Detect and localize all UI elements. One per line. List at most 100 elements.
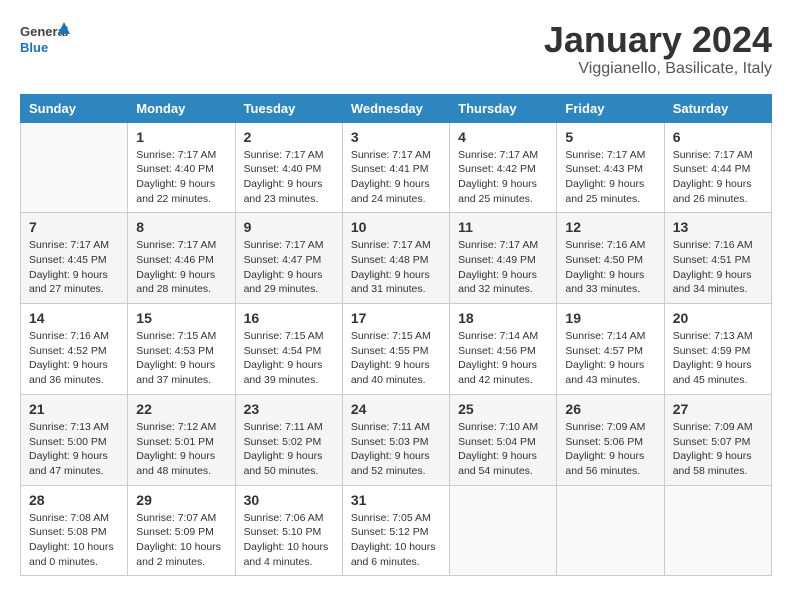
calendar-cell: 21Sunrise: 7:13 AMSunset: 5:00 PMDayligh… [21, 394, 128, 485]
calendar-cell: 24 Sunrise: 7:11 AMSunset: 5:03 PMDayligh… [342, 394, 449, 485]
day-detail: Sunrise: 7:09 AMSunset: 5:07 PMDaylight:… [673, 420, 763, 479]
calendar-cell: 22 Sunrise: 7:12 AMSunset: 5:01 PMDayligh… [128, 394, 235, 485]
calendar-cell: 11 Sunrise: 7:17 AMSunset: 4:49 PMDayligh… [450, 213, 557, 304]
svg-text:Blue: Blue [20, 40, 48, 55]
calendar-cell: 5 Sunrise: 7:17 AMSunset: 4:43 PMDaylight… [557, 122, 664, 213]
day-detail: Sunrise: 7:17 AMSunset: 4:48 PMDaylight:… [351, 238, 441, 297]
calendar-cell: 23Sunrise: 7:11 AMSunset: 5:02 PMDayligh… [235, 394, 342, 485]
calendar-cell: 19Sunrise: 7:14 AMSunset: 4:57 PMDayligh… [557, 304, 664, 395]
logo-icon: General Blue [20, 20, 70, 64]
calendar-cell: 6 Sunrise: 7:17 AMSunset: 4:44 PMDaylight… [664, 122, 771, 213]
title-area: January 2024 Viggianello, Basilicate, It… [544, 20, 772, 78]
day-number: 4 [458, 129, 548, 145]
day-number: 17 [351, 310, 441, 326]
calendar-cell: 13 Sunrise: 7:16 AMSunset: 4:51 PMDayligh… [664, 213, 771, 304]
day-detail: Sunrise: 7:17 AMSunset: 4:41 PMDaylight:… [351, 148, 441, 207]
calendar-week-row: 1Sunrise: 7:17 AMSunset: 4:40 PMDaylight… [21, 122, 772, 213]
day-detail: Sunrise: 7:17 AMSunset: 4:46 PMDaylight:… [136, 238, 226, 297]
calendar-cell: 29 Sunrise: 7:07 AMSunset: 5:09 PMDayligh… [128, 485, 235, 576]
day-detail: Sunrise: 7:13 AMSunset: 5:00 PMDaylight:… [29, 420, 119, 479]
header-sunday: Sunday [21, 94, 128, 122]
day-number: 9 [244, 219, 334, 235]
day-detail: Sunrise: 7:10 AMSunset: 5:04 PMDaylight:… [458, 420, 548, 479]
day-number: 14 [29, 310, 119, 326]
calendar-cell: 28 Sunrise: 7:08 AMSunset: 5:08 PMDayligh… [21, 485, 128, 576]
header-saturday: Saturday [664, 94, 771, 122]
day-detail: Sunrise: 7:12 AMSunset: 5:01 PMDaylight:… [136, 420, 226, 479]
day-detail: Sunrise: 7:16 AMSunset: 4:51 PMDaylight:… [673, 238, 763, 297]
day-detail: Sunrise: 7:17 AMSunset: 4:42 PMDaylight:… [458, 148, 548, 207]
day-number: 6 [673, 129, 763, 145]
day-detail: Sunrise: 7:07 AMSunset: 5:09 PMDaylight:… [136, 511, 226, 570]
calendar-week-row: 28 Sunrise: 7:08 AMSunset: 5:08 PMDayligh… [21, 485, 772, 576]
day-number: 10 [351, 219, 441, 235]
day-detail: Sunrise: 7:17 AMSunset: 4:49 PMDaylight:… [458, 238, 548, 297]
day-number: 3 [351, 129, 441, 145]
calendar-cell: 17Sunrise: 7:15 AMSunset: 4:55 PMDayligh… [342, 304, 449, 395]
calendar-cell: 31 Sunrise: 7:05 AMSunset: 5:12 PMDayligh… [342, 485, 449, 576]
header-tuesday: Tuesday [235, 94, 342, 122]
calendar-week-row: 7 Sunrise: 7:17 AMSunset: 4:45 PMDaylight… [21, 213, 772, 304]
calendar-cell: 27 Sunrise: 7:09 AMSunset: 5:07 PMDayligh… [664, 394, 771, 485]
calendar-cell: 1Sunrise: 7:17 AMSunset: 4:40 PMDaylight… [128, 122, 235, 213]
calendar-cell: 10 Sunrise: 7:17 AMSunset: 4:48 PMDayligh… [342, 213, 449, 304]
day-number: 12 [565, 219, 655, 235]
day-detail: Sunrise: 7:06 AMSunset: 5:10 PMDaylight:… [244, 511, 334, 570]
calendar-cell: 15 Sunrise: 7:15 AMSunset: 4:53 PMDayligh… [128, 304, 235, 395]
day-number: 29 [136, 492, 226, 508]
day-number: 26 [565, 401, 655, 417]
day-number: 7 [29, 219, 119, 235]
calendar-week-row: 14Sunrise: 7:16 AMSunset: 4:52 PMDayligh… [21, 304, 772, 395]
day-number: 30 [244, 492, 334, 508]
day-detail: Sunrise: 7:14 AMSunset: 4:57 PMDaylight:… [565, 329, 655, 388]
month-title: January 2024 [544, 20, 772, 60]
day-detail: Sunrise: 7:13 AMSunset: 4:59 PMDaylight:… [673, 329, 763, 388]
calendar-cell: 14Sunrise: 7:16 AMSunset: 4:52 PMDayligh… [21, 304, 128, 395]
calendar-cell: 25 Sunrise: 7:10 AMSunset: 5:04 PMDayligh… [450, 394, 557, 485]
day-number: 18 [458, 310, 548, 326]
day-detail: Sunrise: 7:17 AMSunset: 4:44 PMDaylight:… [673, 148, 763, 207]
day-detail: Sunrise: 7:15 AMSunset: 4:53 PMDaylight:… [136, 329, 226, 388]
header-thursday: Thursday [450, 94, 557, 122]
day-number: 31 [351, 492, 441, 508]
day-number: 16 [244, 310, 334, 326]
calendar-cell: 3 Sunrise: 7:17 AMSunset: 4:41 PMDaylight… [342, 122, 449, 213]
calendar-cell [664, 485, 771, 576]
day-detail: Sunrise: 7:11 AMSunset: 5:03 PMDaylight:… [351, 420, 441, 479]
calendar-cell: 2Sunrise: 7:17 AMSunset: 4:40 PMDaylight… [235, 122, 342, 213]
calendar-cell: 12 Sunrise: 7:16 AMSunset: 4:50 PMDayligh… [557, 213, 664, 304]
day-number: 23 [244, 401, 334, 417]
day-number: 25 [458, 401, 548, 417]
day-detail: Sunrise: 7:16 AMSunset: 4:50 PMDaylight:… [565, 238, 655, 297]
calendar-cell [450, 485, 557, 576]
day-number: 28 [29, 492, 119, 508]
day-number: 11 [458, 219, 548, 235]
day-number: 15 [136, 310, 226, 326]
header-monday: Monday [128, 94, 235, 122]
day-number: 24 [351, 401, 441, 417]
location-title: Viggianello, Basilicate, Italy [544, 60, 772, 78]
calendar-header-row: SundayMondayTuesdayWednesdayThursdayFrid… [21, 94, 772, 122]
day-detail: Sunrise: 7:17 AMSunset: 4:43 PMDaylight:… [565, 148, 655, 207]
day-detail: Sunrise: 7:17 AMSunset: 4:40 PMDaylight:… [244, 148, 334, 207]
header-wednesday: Wednesday [342, 94, 449, 122]
day-number: 27 [673, 401, 763, 417]
day-number: 22 [136, 401, 226, 417]
day-detail: Sunrise: 7:05 AMSunset: 5:12 PMDaylight:… [351, 511, 441, 570]
calendar-table: SundayMondayTuesdayWednesdayThursdayFrid… [20, 94, 772, 577]
calendar-cell: 30 Sunrise: 7:06 AMSunset: 5:10 PMDayligh… [235, 485, 342, 576]
day-detail: Sunrise: 7:15 AMSunset: 4:54 PMDaylight:… [244, 329, 334, 388]
day-number: 5 [565, 129, 655, 145]
calendar-cell: 4 Sunrise: 7:17 AMSunset: 4:42 PMDaylight… [450, 122, 557, 213]
calendar-cell: 20 Sunrise: 7:13 AMSunset: 4:59 PMDayligh… [664, 304, 771, 395]
day-number: 20 [673, 310, 763, 326]
day-detail: Sunrise: 7:08 AMSunset: 5:08 PMDaylight:… [29, 511, 119, 570]
calendar-cell [557, 485, 664, 576]
day-number: 8 [136, 219, 226, 235]
calendar-cell [21, 122, 128, 213]
day-detail: Sunrise: 7:14 AMSunset: 4:56 PMDaylight:… [458, 329, 548, 388]
day-number: 13 [673, 219, 763, 235]
logo: General Blue [20, 20, 70, 64]
day-detail: Sunrise: 7:17 AMSunset: 4:45 PMDaylight:… [29, 238, 119, 297]
calendar-cell: 16 Sunrise: 7:15 AMSunset: 4:54 PMDayligh… [235, 304, 342, 395]
